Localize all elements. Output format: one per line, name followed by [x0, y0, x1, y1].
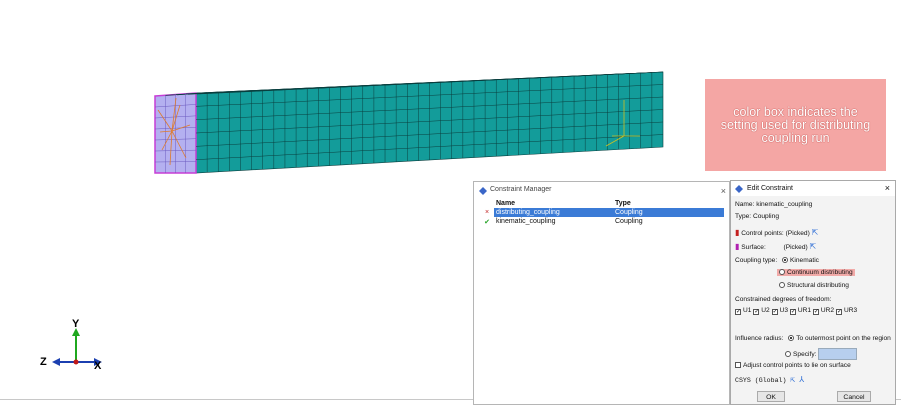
constraint-table: Name Type × distributing_coupling Coupli…	[480, 198, 724, 226]
csys-axes-icon[interactable]: ⅄	[799, 376, 804, 385]
outermost-label: To outermost point on the region	[796, 335, 891, 342]
pick-arrow-icon[interactable]: ⇱	[810, 242, 817, 251]
row-name: distributing_coupling	[494, 208, 613, 217]
adjust-row: Adjust control points to lie on surface	[735, 362, 851, 369]
structural-label: Structural distributing	[787, 282, 849, 289]
abaqus-icon	[735, 184, 743, 199]
table-header: Name Type	[480, 198, 724, 208]
pick-arrow-icon[interactable]: ⇱	[790, 376, 795, 385]
edit-constraint-dialog: Edit Constraint × Name: kinematic_coupli…	[730, 180, 896, 405]
ur1-label: UR1	[797, 307, 812, 314]
radio-outermost[interactable]	[788, 335, 795, 341]
kinematic-label: Kinematic	[790, 257, 819, 264]
checkbox-ur1[interactable]: ✓	[789, 309, 796, 315]
row-type: Coupling	[615, 218, 643, 225]
continuum-label: Continuum distributing	[787, 269, 853, 276]
specify-label: Specify:	[793, 350, 817, 358]
triad-z-label: Z	[40, 356, 47, 368]
surface-value: (Picked)	[783, 244, 808, 251]
table-row[interactable]: ✔ kinematic_coupling Coupling	[480, 217, 724, 226]
influence-row: Influence radius: To outermost point on …	[735, 335, 891, 342]
checkbox-u1[interactable]: ✓	[735, 309, 741, 315]
checkbox-adjust[interactable]	[735, 362, 741, 368]
row-name: kinematic_coupling	[496, 218, 556, 225]
radio-continuum[interactable]	[779, 269, 785, 275]
status-x-icon: ×	[484, 209, 490, 216]
u2-label: U2	[761, 307, 770, 314]
csys-row: CSYS (Global) ⇱ ⅄	[735, 375, 804, 385]
table-row[interactable]: × distributing_coupling Coupling	[480, 208, 724, 217]
triad-y-label: Y	[72, 318, 80, 330]
checkbox-ur3[interactable]: ✓	[835, 309, 842, 315]
control-points-label: Control points: (Picked)	[741, 230, 810, 237]
checkbox-u3[interactable]: ✓	[771, 309, 778, 315]
radio-structural[interactable]	[779, 282, 785, 288]
constraint-manager-title: Constraint Manager	[490, 186, 552, 193]
column-type[interactable]: Type	[613, 198, 724, 208]
status-check-icon: ✔	[484, 218, 490, 226]
abaqus-icon	[479, 186, 487, 202]
column-name[interactable]: Name	[494, 198, 613, 208]
constraint-manager-titlebar[interactable]: Constraint Manager ×	[474, 182, 729, 198]
csys-label: CSYS (Global)	[735, 377, 787, 384]
cancel-button[interactable]: Cancel	[837, 391, 871, 402]
dof-label: Constrained degrees of freedom:	[735, 296, 832, 303]
surface-row: ▮ Surface: (Picked) ⇱	[735, 242, 816, 251]
annotation-box: color box indicates the setting used for…	[705, 79, 886, 171]
radio-specify[interactable]	[785, 350, 791, 357]
row-type: Coupling	[613, 208, 724, 217]
continuum-row[interactable]: Continuum distributing	[777, 269, 855, 276]
structural-row[interactable]: Structural distributing	[779, 282, 849, 289]
constraint-name: Name: kinematic_coupling	[735, 201, 813, 208]
triad-x-label: X	[94, 360, 102, 372]
ur3-label: UR3	[843, 307, 858, 314]
ur2-label: UR2	[820, 307, 835, 314]
checkbox-ur2[interactable]: ✓	[812, 309, 819, 315]
control-points-row: ▮ Control points: (Picked) ⇱	[735, 228, 818, 237]
radio-kinematic[interactable]	[782, 257, 788, 263]
influence-label: Influence radius:	[735, 335, 784, 342]
annotation-text: color box indicates the setting used for…	[720, 104, 871, 145]
coupling-type-row: Coupling type: Kinematic	[735, 257, 819, 264]
surface-marker-icon: ▮	[735, 242, 740, 251]
surface-label: Surface:	[741, 244, 766, 251]
specify-row: Specify:	[785, 348, 858, 360]
ok-button[interactable]: OK	[757, 391, 785, 402]
pick-arrow-icon[interactable]: ⇱	[812, 228, 819, 237]
highlight-box: Continuum distributing	[777, 269, 855, 276]
close-icon[interactable]: ×	[885, 181, 890, 196]
specify-input[interactable]	[818, 348, 858, 360]
coupling-type-label: Coupling type:	[735, 257, 778, 264]
close-icon[interactable]: ×	[721, 183, 726, 199]
constraint-manager-dialog: Constraint Manager × Name Type × distrib…	[473, 181, 730, 405]
view-triad: Y Z X	[40, 318, 110, 378]
control-points-marker-icon: ▮	[735, 228, 740, 237]
u1-label: U1	[743, 307, 752, 314]
constraint-type: Type: Coupling	[735, 213, 779, 220]
u3-label: U3	[779, 307, 788, 314]
dof-checkboxes: ✓ U1 ✓ U2 ✓ U3 ✓ UR1 ✓ UR2 ✓ UR3	[735, 307, 857, 315]
adjust-label: Adjust control points to lie on surface	[743, 362, 851, 369]
edit-constraint-title: Edit Constraint	[747, 185, 793, 192]
edit-constraint-titlebar[interactable]: Edit Constraint ×	[731, 181, 895, 196]
checkbox-u2[interactable]: ✓	[753, 309, 759, 315]
